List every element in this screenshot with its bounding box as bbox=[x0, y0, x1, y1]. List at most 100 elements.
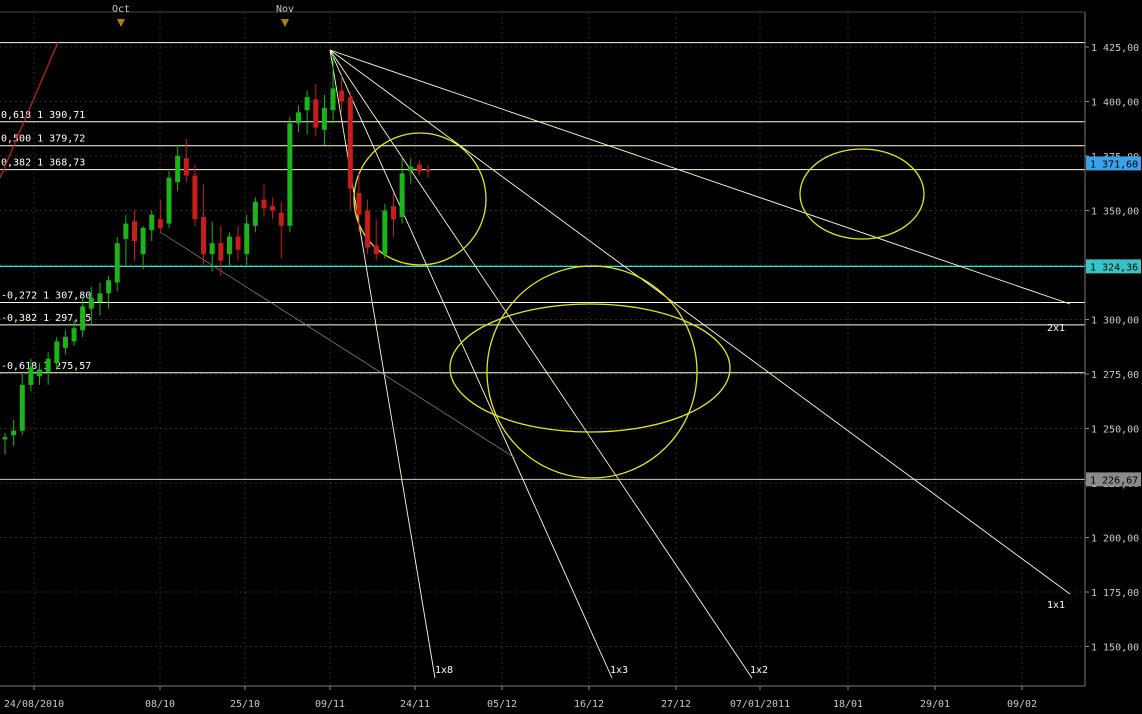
candle-body bbox=[157, 219, 163, 228]
candle-body bbox=[106, 280, 112, 294]
fan-label: 1x8 bbox=[435, 665, 453, 676]
x-tick-label: 18/01 bbox=[833, 699, 863, 710]
x-tick-label: 07/01/2011 bbox=[730, 699, 790, 710]
candle-body bbox=[287, 123, 293, 226]
candle-body bbox=[54, 341, 60, 364]
candle-body bbox=[339, 90, 345, 102]
x-tick-label: 16/12 bbox=[574, 699, 604, 710]
y-tick-label: 1 275,00 bbox=[1091, 370, 1139, 381]
fan-line bbox=[329, 49, 613, 679]
x-tick-label: 09/11 bbox=[315, 699, 345, 710]
candle-body bbox=[45, 358, 51, 372]
y-tick-label: 1 175,00 bbox=[1091, 588, 1139, 599]
y-tick-label: 1 425,00 bbox=[1091, 43, 1139, 54]
candle-body bbox=[270, 206, 276, 211]
candle-body bbox=[252, 201, 258, 226]
candle-body bbox=[296, 112, 302, 124]
x-tick-label: 09/02 bbox=[1007, 699, 1037, 710]
candle-body bbox=[62, 336, 68, 348]
month-label: Nov bbox=[276, 4, 294, 15]
candle-body bbox=[235, 236, 241, 250]
fib-level-label: -0,272 1 307,80 bbox=[1, 290, 91, 301]
candle-body bbox=[226, 236, 232, 255]
candle-body bbox=[149, 214, 155, 231]
x-tick-label: 08/10 bbox=[145, 699, 175, 710]
candle-body bbox=[356, 193, 362, 215]
y-tick-label: 1 250,00 bbox=[1091, 425, 1139, 436]
fan-label: 1x1 bbox=[1047, 600, 1065, 611]
candle-body bbox=[390, 206, 396, 220]
candle-body bbox=[313, 99, 319, 128]
x-tick-label: 24/11 bbox=[400, 699, 430, 710]
fan-label: 2x1 bbox=[1047, 323, 1065, 334]
x-tick-label: 25/10 bbox=[230, 699, 260, 710]
candle-body bbox=[244, 223, 250, 255]
candle-body bbox=[209, 243, 215, 255]
month-marker-icon bbox=[281, 19, 289, 27]
fan-line bbox=[329, 49, 1071, 595]
axes: 1 425,001 400,001 375,001 350,001 325,00… bbox=[0, 4, 1141, 710]
x-tick-label: 05/12 bbox=[487, 699, 517, 710]
x-tick-label: 24/08/2010 bbox=[4, 699, 64, 710]
grid-lines bbox=[0, 12, 1085, 686]
candle-body bbox=[140, 227, 146, 255]
candle-body bbox=[80, 306, 86, 331]
candle-body bbox=[175, 156, 181, 183]
candle-body bbox=[373, 245, 379, 255]
candle-body bbox=[123, 223, 129, 239]
x-tick-label: 27/12 bbox=[661, 699, 691, 710]
y-tick-label: 1 400,00 bbox=[1091, 98, 1139, 109]
ellipse-annotation bbox=[353, 132, 487, 266]
candle-body bbox=[201, 217, 207, 255]
candle-body bbox=[330, 88, 336, 111]
fib-level-label: 0,618 1 390,71 bbox=[1, 110, 85, 121]
ellipse-annotations bbox=[353, 132, 925, 479]
fibonacci-levels: 0,618 1 390,71 0,500 1 379,72 0,382 1 368,… bbox=[0, 42, 1085, 480]
candle-body bbox=[19, 384, 25, 431]
candle-body bbox=[304, 97, 310, 111]
y-tick-label: 1 150,00 bbox=[1091, 643, 1139, 654]
candle-body bbox=[166, 177, 172, 224]
price-box-label: 1 324,36 bbox=[1090, 262, 1138, 273]
candle-body bbox=[321, 108, 327, 130]
fan-line bbox=[329, 49, 753, 679]
candle-body bbox=[365, 210, 371, 248]
candle-body bbox=[114, 243, 120, 283]
x-tick-label: 29/01 bbox=[920, 699, 950, 710]
candle-body bbox=[278, 212, 284, 226]
y-tick-label: 1 200,00 bbox=[1091, 534, 1139, 545]
candle-body bbox=[192, 175, 198, 220]
candle-body bbox=[399, 173, 405, 218]
candle-body bbox=[71, 328, 77, 342]
candle-body bbox=[11, 430, 17, 436]
ellipse-annotation bbox=[486, 265, 698, 479]
candle-body bbox=[2, 437, 8, 440]
candle-body bbox=[218, 243, 224, 261]
y-tick-label: 1 350,00 bbox=[1091, 207, 1139, 218]
candle-body bbox=[97, 293, 103, 303]
candle-body bbox=[37, 369, 43, 377]
fib-level-label: 0,500 1 379,72 bbox=[1, 134, 85, 145]
candle-body bbox=[131, 221, 137, 242]
price-box-label: 1 371,60 bbox=[1090, 159, 1138, 170]
candle-body bbox=[382, 210, 388, 255]
month-marker-icon bbox=[117, 19, 125, 27]
candle-body bbox=[88, 297, 94, 309]
price-box-label: 1 226,67 bbox=[1090, 475, 1138, 486]
candle-body bbox=[183, 158, 189, 176]
candle-body bbox=[347, 97, 353, 189]
fan-label: 1x3 bbox=[610, 665, 628, 676]
ellipse-annotation bbox=[449, 303, 731, 433]
fib-level-label: 0,382 1 368,73 bbox=[1, 158, 85, 169]
price-chart[interactable]: 0,618 1 390,71 0,500 1 379,72 0,382 1 368,… bbox=[0, 0, 1142, 714]
candle-body bbox=[28, 367, 34, 385]
candle-body bbox=[416, 164, 422, 172]
fan-label: 1x2 bbox=[750, 665, 768, 676]
y-tick-label: 1 300,00 bbox=[1091, 316, 1139, 327]
candle-body bbox=[408, 166, 414, 172]
fib-level-label: -0,382 1 297,55 bbox=[1, 313, 91, 324]
candle-body bbox=[425, 169, 431, 172]
month-label: Oct bbox=[112, 4, 130, 15]
candle-body bbox=[261, 199, 267, 209]
ellipse-annotation bbox=[799, 148, 925, 240]
